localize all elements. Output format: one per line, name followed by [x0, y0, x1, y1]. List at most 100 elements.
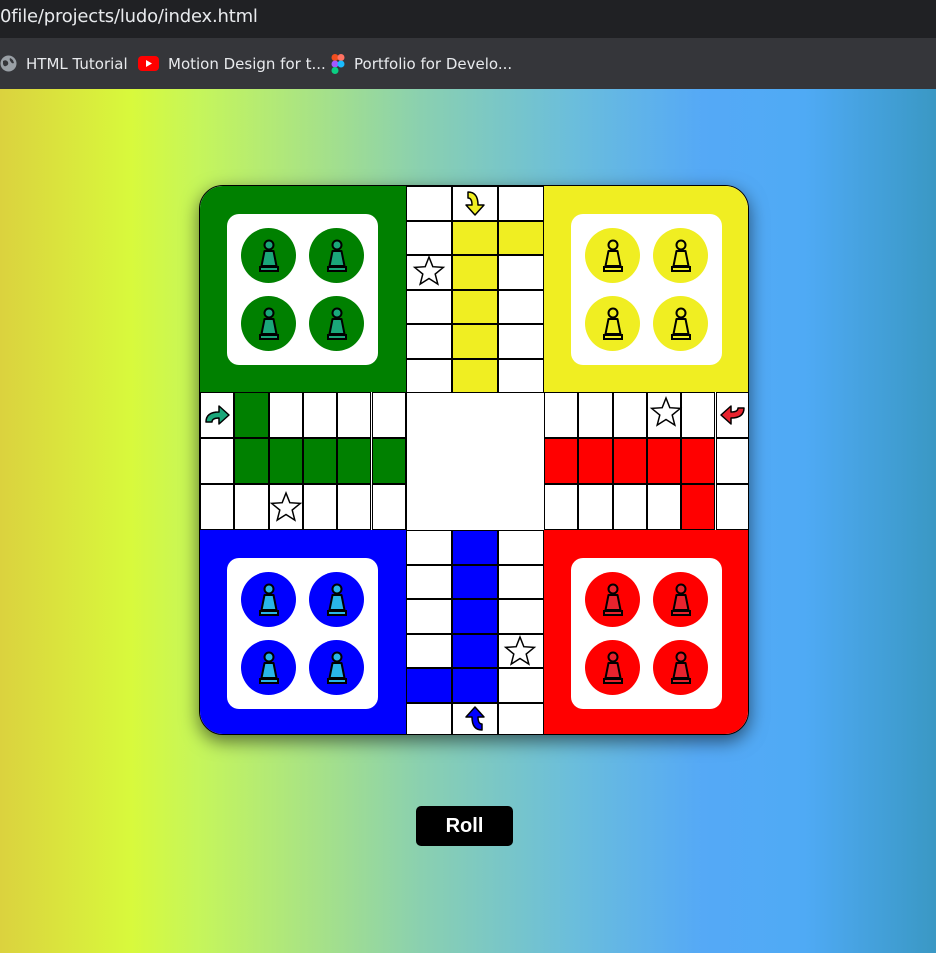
bookmark-html-tutorial[interactable]: HTML Tutorial — [0, 38, 128, 89]
red-token-4[interactable] — [653, 640, 708, 695]
green-token-4[interactable] — [309, 296, 364, 351]
track-cell[interactable] — [268, 392, 303, 438]
track-cell[interactable] — [406, 324, 452, 359]
track-cell[interactable] — [498, 358, 544, 393]
track-cell[interactable] — [452, 324, 498, 359]
track-cell[interactable] — [406, 255, 452, 290]
track-cell[interactable] — [337, 484, 372, 530]
track-cell[interactable] — [452, 186, 498, 221]
track-cell[interactable] — [452, 358, 498, 393]
track-cell[interactable] — [715, 484, 748, 530]
track-cell[interactable] — [578, 438, 613, 484]
track-cell[interactable] — [544, 392, 579, 438]
track-cell[interactable] — [200, 392, 235, 438]
track-cell[interactable] — [234, 484, 269, 530]
blue-token-2[interactable] — [309, 572, 364, 627]
track-cell[interactable] — [200, 484, 235, 530]
address-bar[interactable]: 0file/projects/ludo/index.html — [0, 0, 936, 38]
blue-token-1[interactable] — [241, 572, 296, 627]
blue-token-4[interactable] — [309, 640, 364, 695]
track-cell[interactable] — [498, 564, 544, 599]
track-cell[interactable] — [234, 392, 269, 438]
roll-button[interactable]: Roll — [416, 806, 513, 846]
yellow-token-4[interactable] — [653, 296, 708, 351]
track-cell[interactable] — [715, 438, 748, 484]
track-cell[interactable] — [406, 358, 452, 393]
track-cell[interactable] — [406, 530, 452, 565]
pawn-icon — [670, 583, 691, 616]
track-cell[interactable] — [452, 599, 498, 634]
yellow-token-3[interactable] — [585, 296, 640, 351]
track-cell[interactable] — [452, 289, 498, 324]
track-cell[interactable] — [452, 220, 498, 255]
track-cell[interactable] — [406, 289, 452, 324]
track-cell[interactable] — [681, 438, 716, 484]
track-cell[interactable] — [578, 484, 613, 530]
track-cell[interactable] — [452, 255, 498, 290]
yellow-token-2[interactable] — [653, 228, 708, 283]
track-cell[interactable] — [612, 438, 647, 484]
bookmark-portfolio[interactable]: Portfolio for Develo... — [331, 38, 512, 89]
track-cell[interactable] — [452, 668, 498, 703]
track-cell[interactable] — [498, 702, 544, 734]
track-cell[interactable] — [498, 324, 544, 359]
track-cell[interactable] — [498, 220, 544, 255]
pawn-icon — [326, 583, 347, 616]
track-cell[interactable] — [452, 702, 498, 734]
track-cell[interactable] — [302, 392, 338, 438]
red-token-2[interactable] — [653, 572, 708, 627]
track-cell[interactable] — [302, 484, 338, 530]
track-cell[interactable] — [337, 392, 372, 438]
pawn-icon — [670, 239, 691, 272]
track-cell[interactable] — [302, 438, 338, 484]
track-cell[interactable] — [452, 564, 498, 599]
track-cell[interactable] — [681, 484, 716, 530]
track-cell[interactable] — [498, 530, 544, 565]
track-cell[interactable] — [452, 633, 498, 668]
green-token-3[interactable] — [241, 296, 296, 351]
red-base — [544, 530, 748, 734]
bookmark-motion-design[interactable]: Motion Design for t... — [138, 38, 326, 89]
yellow-token-1[interactable] — [585, 228, 640, 283]
track-cell[interactable] — [544, 438, 579, 484]
url-text[interactable]: 0file/projects/ludo/index.html — [0, 6, 258, 27]
red-token-1[interactable] — [585, 572, 640, 627]
track-cell[interactable] — [200, 438, 235, 484]
track-cell[interactable] — [498, 599, 544, 634]
track-cell[interactable] — [646, 392, 682, 438]
track-cell[interactable] — [544, 484, 579, 530]
track-cell[interactable] — [498, 633, 544, 668]
track-cell[interactable] — [578, 392, 613, 438]
track-cell[interactable] — [337, 438, 372, 484]
track-cell[interactable] — [646, 438, 682, 484]
blue-token-3[interactable] — [241, 640, 296, 695]
track-cell[interactable] — [498, 186, 544, 221]
red-token-3[interactable] — [585, 640, 640, 695]
track-cell[interactable] — [406, 564, 452, 599]
track-cell[interactable] — [406, 633, 452, 668]
track-cell[interactable] — [452, 530, 498, 565]
track-cell[interactable] — [234, 438, 269, 484]
track-cell[interactable] — [371, 438, 406, 484]
green-token-2[interactable] — [309, 228, 364, 283]
track-cell[interactable] — [406, 599, 452, 634]
track-cell[interactable] — [646, 484, 682, 530]
track-cell[interactable] — [498, 255, 544, 290]
track-cell[interactable] — [406, 668, 452, 703]
track-cell[interactable] — [406, 220, 452, 255]
track-cell[interactable] — [371, 484, 406, 530]
track-cell[interactable] — [498, 289, 544, 324]
track-cell[interactable] — [268, 438, 303, 484]
blue-base-yard — [227, 558, 378, 709]
track-cell[interactable] — [612, 392, 647, 438]
track-cell[interactable] — [498, 668, 544, 703]
track-cell[interactable] — [371, 392, 406, 438]
green-token-1[interactable] — [241, 228, 296, 283]
track-cell[interactable] — [681, 392, 716, 438]
pawn-icon — [670, 651, 691, 684]
track-cell[interactable] — [406, 186, 452, 221]
track-cell[interactable] — [406, 702, 452, 734]
track-cell[interactable] — [715, 392, 748, 438]
track-cell[interactable] — [268, 484, 303, 530]
track-cell[interactable] — [612, 484, 647, 530]
